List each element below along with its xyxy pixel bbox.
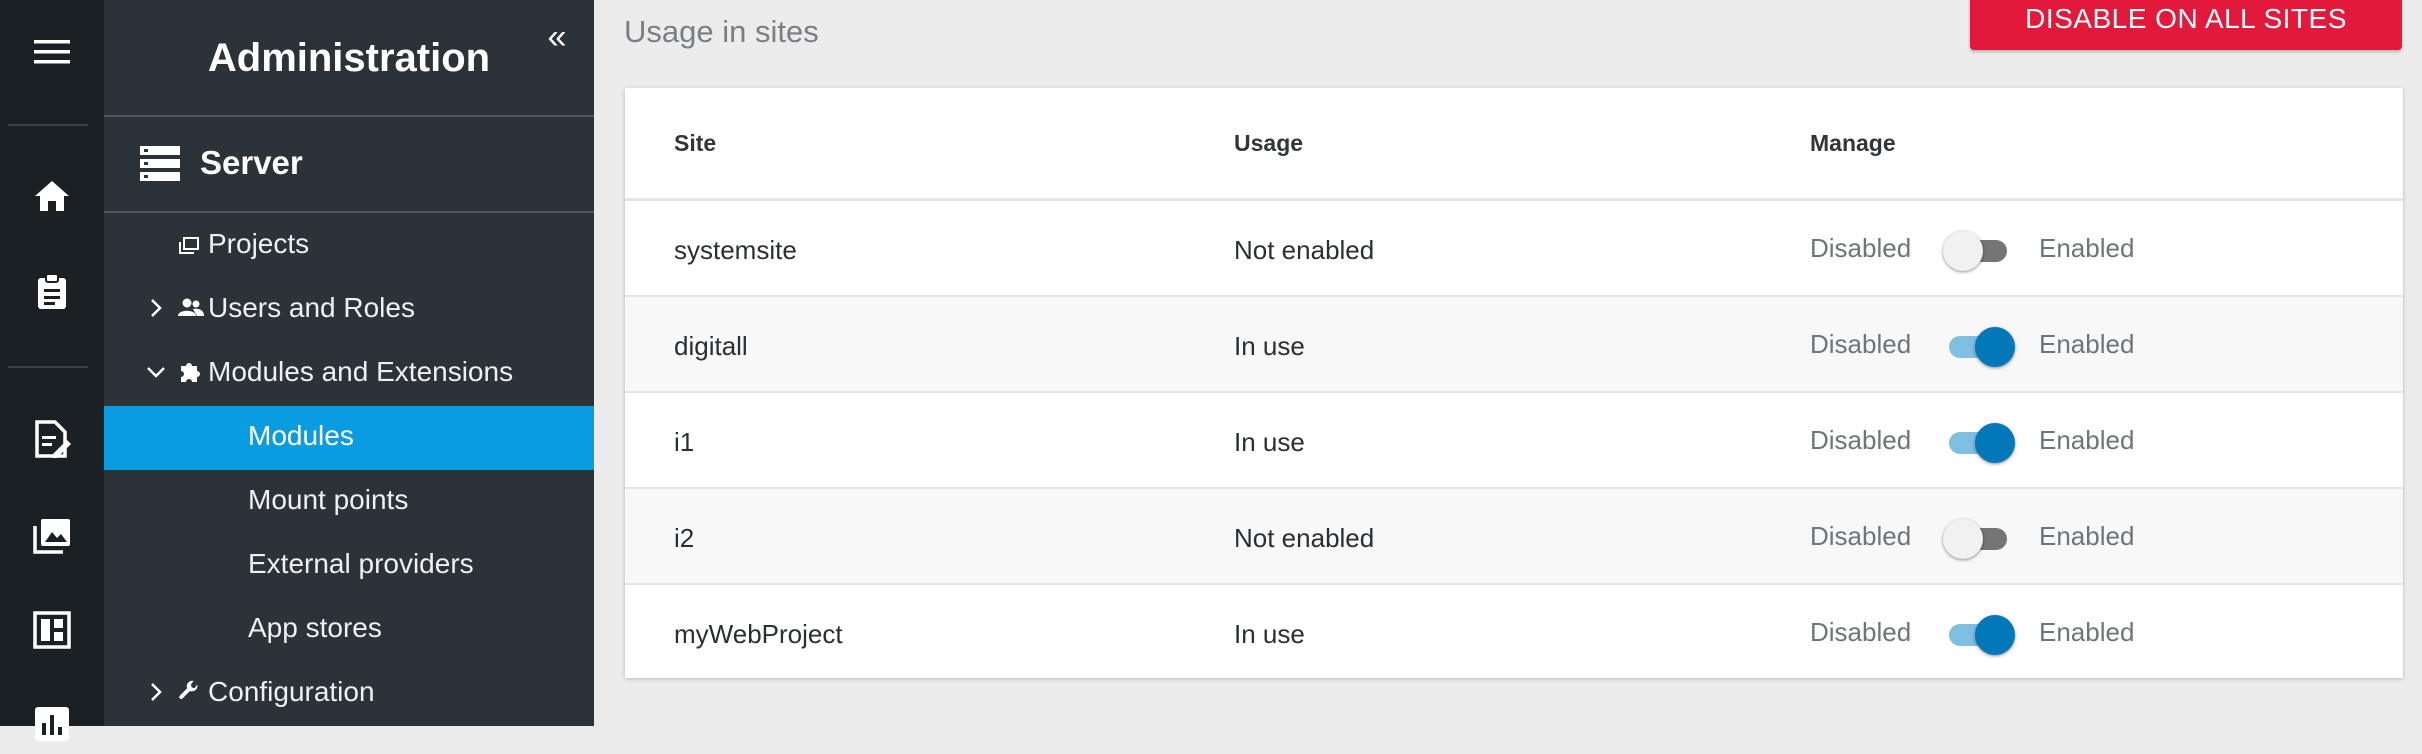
wrench-icon (178, 680, 204, 706)
chevron-right-icon[interactable] (144, 680, 170, 706)
disable-on-all-sites-button[interactable]: DISABLE ON ALL SITES (1970, 0, 2402, 50)
sidebar-item-label: Projects (208, 228, 310, 259)
usage-cell: In use (1234, 427, 1305, 457)
table-header: Site Usage Manage (625, 88, 2403, 201)
toggle-knob (1943, 519, 1983, 559)
sidebar-item-label: App stores (248, 612, 382, 643)
toggle-off-label: Disabled (1810, 425, 1912, 455)
projects-icon (178, 236, 204, 262)
table-row: i1 In use Disabled Enabled (625, 391, 2403, 488)
sidebar-item-app-stores[interactable]: App stores (104, 598, 594, 662)
sidebar-item-mount-points[interactable]: Mount points (104, 470, 594, 534)
sidebar-item-label: Configuration (208, 676, 375, 707)
site-enable-toggle[interactable] (1943, 614, 2015, 655)
site-enable-toggle[interactable] (1943, 230, 2013, 271)
toggle-on-label: Enabled (2039, 521, 2135, 551)
site-enable-toggle[interactable] (1943, 518, 2013, 559)
manage-cell: Disabled Enabled (1810, 225, 2150, 275)
usage-cell: In use (1234, 331, 1305, 361)
puzzle-icon (178, 360, 204, 386)
site-enable-toggle[interactable] (1943, 326, 2015, 367)
toggle-on-label: Enabled (2039, 233, 2135, 263)
manage-cell: Disabled Enabled (1810, 321, 2150, 371)
panel-title: Administration (207, 35, 491, 80)
toggle-on-label: Enabled (2039, 329, 2135, 359)
chevron-down-icon[interactable] (144, 360, 170, 386)
toggle-off-label: Disabled (1810, 617, 1912, 647)
toggle-on-label: Enabled (2039, 425, 2135, 455)
sidebar-item-label: Modules (248, 420, 354, 451)
toggle-on-label: Enabled (2039, 617, 2135, 647)
sidebar-item-label: Mount points (248, 484, 409, 515)
toggle-knob (1975, 615, 2015, 655)
toggle-off-label: Disabled (1810, 233, 1912, 263)
menu-icon[interactable] (22, 22, 82, 82)
table-row: systemsite Not enabled Disabled Enabled (625, 199, 2403, 296)
home-icon[interactable] (22, 166, 82, 226)
sidebar-item-configuration[interactable]: Configuration (104, 662, 594, 726)
panel-divider (104, 211, 594, 213)
sidebar-item-projects[interactable]: Projects (104, 214, 594, 278)
toggle-knob (1975, 423, 2015, 463)
sidebar-item-label: Modules and Extensions (208, 356, 514, 387)
usage-cell: Not enabled (1234, 235, 1375, 265)
sidebar-item-label: External providers (248, 548, 474, 579)
icon-rail (0, 0, 104, 741)
site-name-cell: i2 (674, 523, 695, 553)
document-edit-icon[interactable] (22, 410, 82, 470)
manage-cell: Disabled Enabled (1810, 609, 2150, 659)
clipboard-icon[interactable] (22, 262, 82, 322)
chart-icon[interactable] (22, 694, 82, 754)
toggle-off-label: Disabled (1810, 521, 1912, 551)
collapse-panel-button[interactable]: « (534, 14, 580, 60)
usage-cell: In use (1234, 619, 1305, 649)
site-name-cell: digitall (674, 331, 748, 361)
admin-side-panel: Administration « Server Projects Users a… (104, 0, 594, 726)
site-name-cell: myWebProject (674, 619, 843, 649)
site-enable-toggle[interactable] (1943, 422, 2015, 463)
server-icon (140, 146, 180, 187)
users-icon (178, 296, 204, 322)
sidebar-item-modules[interactable]: Modules (104, 406, 594, 470)
sites-usage-table: Site Usage Manage systemsite Not enabled D… (625, 88, 2403, 678)
sidebar-item-external-providers[interactable]: External providers (104, 534, 594, 598)
sidebar-item-label: Users and Roles (208, 292, 415, 323)
table-row: myWebProject In use Disabled Enabled (625, 583, 2403, 680)
page-title: Usage in sites (624, 14, 819, 49)
table-row: digitall In use Disabled Enabled (625, 295, 2403, 392)
toggle-knob (1943, 231, 1983, 271)
usage-cell: Not enabled (1234, 523, 1375, 553)
dashboard-icon[interactable] (22, 600, 82, 660)
toggle-off-label: Disabled (1810, 329, 1912, 359)
images-icon[interactable] (22, 506, 82, 566)
chevron-right-icon[interactable] (144, 296, 170, 322)
manage-cell: Disabled Enabled (1810, 513, 2150, 563)
site-name-cell: i1 (674, 427, 695, 457)
column-header-site: Site (674, 130, 717, 156)
site-name-cell: systemsite (674, 235, 797, 265)
manage-cell: Disabled Enabled (1810, 417, 2150, 467)
server-section-header[interactable]: Server (104, 118, 594, 210)
panel-divider (104, 115, 594, 117)
toggle-knob (1975, 327, 2015, 367)
column-header-usage: Usage (1234, 130, 1304, 156)
server-section-label: Server (200, 144, 303, 181)
rail-divider (8, 124, 88, 126)
sidebar-item-users-and-roles[interactable]: Users and Roles (104, 278, 594, 342)
rail-divider (8, 366, 88, 368)
column-header-manage: Manage (1810, 130, 1896, 156)
table-row: i2 Not enabled Disabled Enabled (625, 487, 2403, 584)
sidebar-item-modules-and-extensions[interactable]: Modules and Extensions (104, 342, 594, 406)
